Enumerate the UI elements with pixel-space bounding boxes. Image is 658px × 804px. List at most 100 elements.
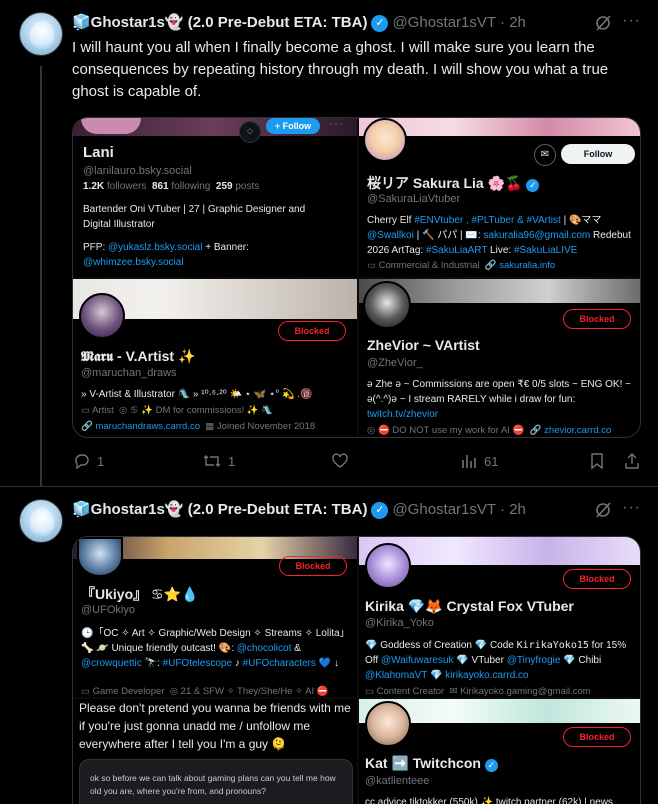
verified-badge-icon: ✓ [371,501,389,519]
profile-card-lani[interactable]: ◌ + Follow ··· Lani @lanilauro.bsky.soci… [73,118,357,277]
banner-prefix: + Banner: [205,242,249,253]
retweet-count: 1 [228,453,236,469]
profile-name: 『Ukiyo』 ♋⭐💧 [81,586,199,602]
reply-icon [75,454,89,470]
blocked-button[interactable]: Blocked [563,727,631,747]
more-options-icon[interactable]: ··· [622,12,641,30]
following-label: following [171,181,211,192]
profile-handle: @katlienteee [365,775,430,787]
following-count: 861 [151,181,169,192]
reply-count: 1 [97,453,105,469]
profile-avatar [365,543,411,589]
verified-badge-icon: ✓ [371,14,389,32]
profile-avatar [363,118,407,162]
website-link[interactable]: maruchandraws.carrd.co [95,421,200,432]
profile-name: Kat ➡️ Twitchcon ✓ [365,755,498,772]
reply-button[interactable]: 1 [73,452,104,470]
share-button[interactable] [624,452,640,470]
author-avatar[interactable] [19,499,63,543]
pfp-link[interactable]: @yukaslz.bsky.social [108,242,202,253]
profile-card-kirika[interactable]: Blocked Kirika 💎🦊 Crystal Fox VTuber @Ki… [359,537,640,697]
blocked-button[interactable]: Blocked [563,569,631,589]
profile-handle: @Kirika_Yoko [365,617,434,629]
followers-count: 1.2K [83,181,105,192]
profile-bio: 🕒「OC ✧ Art ✧ Graphic/Web Design ✧ Stream… [81,628,350,669]
verified-badge-icon: ✓ [526,179,540,192]
profile-card-maru[interactable]: Blocked 𝕸𝖆𝖗𝖚 - V.Artist ✨ @maruchan_draw… [73,279,357,437]
more-options-icon[interactable]: ··· [622,499,641,517]
media-grid[interactable]: ◌ + Follow ··· Lani @lanilauro.bsky.soci… [72,117,641,438]
followers-label: followers [106,181,147,192]
profile-card-sakura-lia[interactable]: ✉ Follow 桜リア Sakura Lia 🌸🍒 ✓ @SakuraLiaV… [359,118,640,277]
author-avatar[interactable] [19,12,63,56]
share-icon [625,453,639,469]
grok-icon[interactable] [594,501,612,519]
tweet-text: I will haunt you all when I finally beco… [72,39,609,100]
profile-credits: PFP: @yukaslz.bsky.social + Banner: @whi… [83,240,333,270]
author-name[interactable]: 🧊Ghostar1s👻 (2.0 Pre-Debut ETA: TBA) [72,13,367,33]
thread-line [40,66,42,486]
profile-meta: ▭ Artist ◎ ♋ ✨ DM for commissions! ✨ 🛝 [81,405,274,416]
tweet-header: 🧊Ghostar1s👻 (2.0 Pre-Debut ETA: TBA) ✓ @… [72,500,526,520]
profile-card-kat[interactable]: Blocked Kat ➡️ Twitchcon ✓ @katlienteee … [359,699,640,804]
profile-card-zhevior[interactable]: Blocked ZheVior ~ VArtist @ZheVior_ ə Zh… [359,279,640,437]
profile-meta: ◎ ⛔ DO NOT use my work for AI ⛔ 🔗 zhevio… [367,425,612,436]
quoted-screenshot-text: ok so before we can talk about gaming pl… [90,773,336,796]
profile-bio: » V-Artist & Illustrator 🛝 » ¹⁰·⁶·²⁰ 🌤️ … [81,389,313,400]
profile-handle: @lanilauro.bsky.social [83,165,192,177]
message-icon[interactable]: ◌ [239,121,261,143]
like-button[interactable] [331,452,349,470]
profile-name: ZheVior ~ VArtist [367,337,480,353]
author-handle[interactable]: @Ghostar1sVT [392,500,496,520]
profile-bio: ə Zhe ə ~ Commissions are open ₹€ 0/5 sl… [367,379,631,420]
tweet-time[interactable]: · 2h [500,500,526,520]
website-link[interactable]: sakuralia.info [499,260,555,271]
banner-link[interactable]: @whimzee.bsky.social [83,257,184,268]
profile-meta-2: 🔗 maruchandraws.carrd.co ▦ Joined Novemb… [81,421,316,432]
posts-label: posts [235,181,260,192]
blocked-button[interactable]: Blocked [279,556,347,576]
verified-badge-icon: ✓ [484,759,498,772]
author-name[interactable]: 🧊Ghostar1s👻 (2.0 Pre-Debut ETA: TBA) [72,500,367,520]
quoted-post-text: Please don't pretend you wanna be friend… [79,701,351,751]
profile-card-ukiyo[interactable]: Blocked 『Ukiyo』 ♋⭐💧 @UFOkiyo 🕒「OC ✧ Art … [73,537,357,697]
message-icon[interactable]: ✉ [534,144,556,166]
profile-meta: ▭ Content Creator ✉ Kirikayoko.gaming@gm… [365,686,591,697]
profile-name: 桜リア Sakura Lia 🌸🍒 ✓ [367,173,540,193]
profile-avatar [365,701,411,747]
tweet-header: 🧊Ghostar1s👻 (2.0 Pre-Debut ETA: TBA) ✓ @… [72,13,526,33]
profile-bio: 💎 Goddess of Creation 💎 Code KirikaYoko1… [365,640,627,681]
banner-art [81,118,141,134]
profile-name: 𝕸𝖆𝖗𝖚 - V.Artist ✨ [81,348,196,364]
follow-button[interactable]: + Follow [266,118,320,134]
follow-button[interactable]: Follow [561,144,635,164]
bio-link[interactable]: twitch.tv/zhevior [367,409,438,420]
bookmark-icon [591,453,603,470]
author-handle[interactable]: @Ghostar1sVT [392,13,496,33]
profile-handle: @UFOkiyo [81,604,135,616]
profile-stats: 1.2K followers 861 following 259 posts [83,181,259,192]
retweet-button[interactable]: 1 [202,452,235,470]
views-button[interactable]: 61 [460,452,498,470]
quoted-post-card[interactable]: Please don't pretend you wanna be friend… [73,699,357,804]
blocked-button[interactable]: Blocked [278,321,346,341]
bookmark-button[interactable] [589,452,605,470]
blocked-button[interactable]: Blocked [563,309,631,329]
profile-avatar [77,537,123,577]
profile-bio: Cherry Elf #ENVtuber , #PLTuber & #VArti… [367,215,631,256]
profile-meta: ▭ Game Developer ◎ 21 & SFW ✧ They/She/H… [81,686,329,697]
profile-avatar [79,293,125,339]
profile-handle: @ZheVior_ [367,357,423,369]
website-link[interactable]: zhevior.carrd.co [544,425,611,436]
views-count: 61 [484,453,499,469]
profile-name: Kirika 💎🦊 Crystal Fox VTuber [365,598,574,614]
grok-icon[interactable] [594,14,612,32]
retweet-icon [203,455,221,467]
profile-avatar [363,281,411,329]
tweet-time[interactable]: · 2h [500,13,526,33]
posts-count: 259 [215,181,233,192]
media-grid[interactable]: Blocked 『Ukiyo』 ♋⭐💧 @UFOkiyo 🕒「OC ✧ Art … [72,536,641,804]
card-more-icon[interactable]: ··· [329,118,344,130]
analytics-icon [462,455,476,468]
pfp-prefix: PFP: [83,242,106,253]
